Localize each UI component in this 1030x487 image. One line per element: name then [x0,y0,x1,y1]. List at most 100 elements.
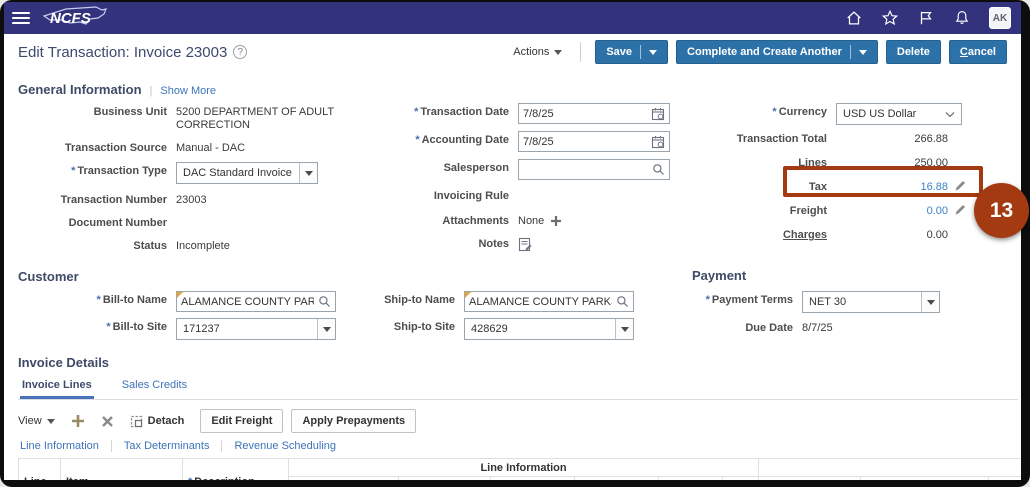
home-icon[interactable] [845,9,863,27]
notes-label: Notes [378,235,518,251]
help-icon[interactable]: ? [233,45,247,59]
freight-label: Freight [708,202,836,218]
detach-icon [130,415,143,428]
transaction-date-input[interactable] [518,103,670,124]
chevron-down-icon [47,419,55,424]
transaction-number-field: Transaction Number 23003 [18,191,378,207]
payment-terms-label: *Payment Terms [668,291,802,307]
column-header-item: Item [61,459,183,481]
page-title: Edit Transaction: Invoice 23003 [18,44,227,61]
column-header-tax-classification: Tax Classification [759,477,861,481]
calendar-icon[interactable] [651,107,665,121]
required-marker: * [188,476,192,480]
edit-tax-pencil-icon[interactable] [954,179,967,192]
notes-icon[interactable] [518,237,533,252]
calendar-icon[interactable] [651,135,665,149]
salesperson-text[interactable] [519,160,652,179]
due-date-label: Due Date [668,319,802,335]
detach-button[interactable]: Detach [130,415,185,428]
ncfs-logo[interactable]: NCFS [40,4,112,32]
tax-value[interactable]: 16.88 [836,178,948,194]
tab-invoice-lines[interactable]: Invoice Lines [20,377,94,399]
top-navigation-bar: NCFS AK [4,2,1021,34]
document-number-label: Document Number [18,214,176,230]
status-label: Status [18,237,176,253]
search-icon[interactable] [318,295,331,308]
accounting-date-text[interactable] [519,132,651,151]
transaction-total-label: Transaction Total [708,130,836,146]
currency-dropdown[interactable]: USD US Dollar [836,103,962,125]
toolbar-divider [580,42,581,62]
apply-prepayments-button[interactable]: Apply Prepayments [291,409,416,433]
payment-terms-dropdown[interactable]: NET 30 [802,291,940,313]
callout-step-badge: 13 [974,183,1029,238]
required-marker: * [415,134,419,146]
transaction-type-value: DAC Standard Invoice [177,163,299,183]
attachments-field: Attachments None [378,212,708,228]
delete-row-x-icon[interactable] [101,415,114,428]
transaction-date-text[interactable] [519,104,651,123]
tab-sales-credits[interactable]: Sales Credits [120,377,189,399]
hamburger-menu-icon[interactable] [12,12,30,24]
transaction-total-value: 266.88 [836,130,948,146]
complete-label: Complete and Create Another [687,46,842,58]
favorites-star-icon[interactable] [881,9,899,27]
bill-to-name-text[interactable] [177,292,318,311]
title-bar: Edit Transaction: Invoice 23003 ? Action… [4,34,1021,70]
add-row-plus-icon[interactable] [71,414,85,428]
cancel-button[interactable]: Cancel [949,40,1007,64]
search-icon[interactable] [616,295,629,308]
lines-sub-navigation: Line Information Tax Determinants Revenu… [18,440,1021,452]
column-header-amount: Amount [659,477,723,481]
ship-to-site-dropdown[interactable]: 428629 [464,318,634,340]
business-unit-field: Business Unit 5200 DEPARTMENT OF ADULT C… [18,103,378,132]
accounting-date-input[interactable] [518,131,670,152]
show-more-link[interactable]: Show More [160,85,216,97]
user-avatar[interactable]: AK [989,7,1011,29]
edit-freight-button[interactable]: Edit Freight [200,409,283,433]
save-button[interactable]: Save [595,40,668,64]
transaction-date-field: *Transaction Date [378,103,708,124]
transaction-date-label: *Transaction Date [378,103,518,119]
salesperson-label: Salesperson [378,159,518,175]
edit-freight-pencil-icon[interactable] [954,203,967,216]
complete-and-create-another-button[interactable]: Complete and Create Another [676,40,878,64]
ship-to-name-text[interactable] [465,292,616,311]
delete-button[interactable]: Delete [886,40,941,64]
transaction-type-label: *Transaction Type [18,162,176,178]
due-date-value: 8/7/25 [802,319,833,335]
notifications-bell-icon[interactable] [953,9,971,27]
button-split-divider [850,45,851,59]
currency-value: USD US Dollar [843,108,945,120]
payment-terms-field: *Payment Terms NET 30 [668,291,998,313]
freight-value[interactable]: 0.00 [836,202,948,218]
payment-terms-value: NET 30 [803,292,921,312]
search-icon[interactable] [652,163,665,176]
required-marker: * [772,106,776,118]
freight-total-field: Freight 0.00 [708,202,1000,221]
document-number-field: Document Number [18,214,378,230]
chevron-down-icon [921,292,939,312]
tax-label: Tax [708,178,836,194]
link-tax-determinants[interactable]: Tax Determinants [111,440,222,452]
tax-total-field: Tax 16.88 [708,178,1000,197]
ship-to-name-input[interactable] [464,291,634,312]
salesperson-input[interactable] [518,159,670,180]
bill-to-site-label: *Bill-to Site [18,318,176,334]
transaction-type-dropdown[interactable]: DAC Standard Invoice [176,162,318,184]
actions-menu-button[interactable]: Actions [513,46,562,58]
link-line-information[interactable]: Line Information [18,440,111,452]
transaction-total-field: Transaction Total 266.88 [708,130,1000,149]
invoice-details-tabs: Invoice Lines Sales Credits [18,377,1018,400]
announcements-flag-icon[interactable] [917,9,935,27]
column-header-uom: UOM [399,477,491,481]
bill-to-name-input[interactable] [176,291,336,312]
required-marker: * [106,321,110,333]
charges-label[interactable]: Charges [708,226,836,242]
link-revenue-scheduling[interactable]: Revenue Scheduling [221,440,348,452]
bill-to-site-dropdown[interactable]: 171237 [176,318,336,340]
currency-field: *Currency USD US Dollar [708,103,1000,125]
view-menu-button[interactable]: View [18,415,55,427]
add-attachment-plus-icon[interactable] [550,215,562,227]
invoice-details-heading: Invoice Details [18,355,109,370]
